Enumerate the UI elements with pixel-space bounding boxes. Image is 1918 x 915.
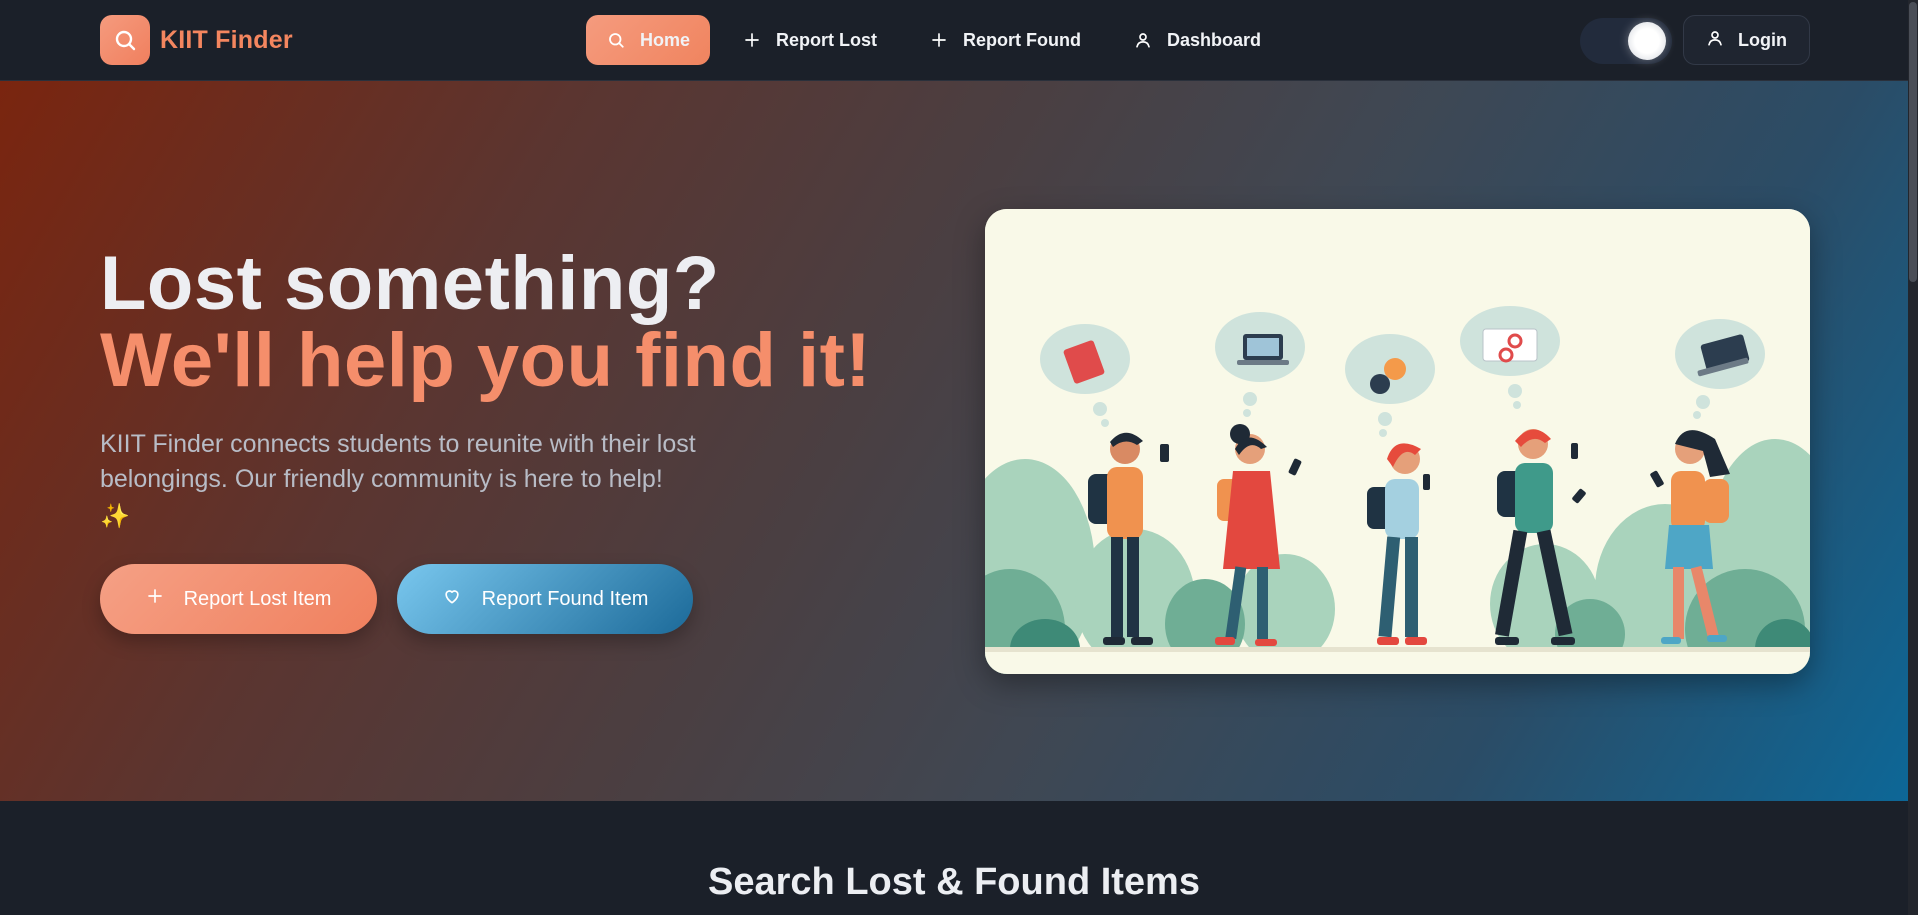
hero-title-line1: Lost something? (100, 241, 720, 326)
nav-home[interactable]: Home (586, 15, 711, 65)
report-found-item-button[interactable]: Report Found Item (397, 564, 693, 634)
nav-report-lost-label: Report Lost (776, 29, 878, 50)
plus-icon (146, 587, 164, 611)
search-icon (606, 30, 626, 50)
nav-dashboard[interactable]: Dashboard (1113, 15, 1281, 65)
hero-title-line2: We'll help you find it! (100, 318, 872, 403)
nav-report-lost[interactable]: Report Lost (722, 15, 897, 65)
heart-icon (442, 586, 462, 612)
plus-icon (929, 30, 949, 50)
search-section-title: Search Lost & Found Items (708, 861, 1200, 903)
login-button[interactable]: Login (1683, 15, 1810, 65)
hero-description-text: KIIT Finder connects students to reunite… (100, 430, 696, 493)
search-section: Search Lost & Found Items (0, 801, 1908, 915)
user-icon (1133, 30, 1153, 50)
report-lost-item-label: Report Lost Item (183, 587, 332, 610)
brand-logo[interactable]: KIIT Finder (100, 15, 293, 65)
search-icon (100, 15, 150, 65)
theme-toggle-knob (1628, 22, 1666, 60)
nav-dashboard-label: Dashboard (1167, 29, 1262, 50)
theme-toggle[interactable] (1580, 18, 1672, 64)
hero-illustration (985, 209, 1810, 674)
nav-report-found-label: Report Found (963, 29, 1081, 50)
navbar: KIIT Finder Home Report Lost Report Foun… (0, 0, 1908, 81)
hero-section: Lost something? We'll help you find it! … (0, 81, 1908, 801)
login-label: Login (1738, 29, 1787, 50)
nav-links: Home Report Lost Report Found Dashboard (586, 15, 1281, 65)
nav-home-label: Home (640, 29, 691, 50)
user-icon (1706, 29, 1724, 52)
page-scrollbar[interactable] (1908, 0, 1918, 915)
sparkle-icon: ✨ (100, 503, 130, 530)
hero-description: KIIT Finder connects students to reunite… (100, 427, 780, 534)
brand-name: KIIT Finder (160, 25, 293, 54)
plus-icon (742, 30, 762, 50)
report-found-item-label: Report Found Item (481, 587, 649, 610)
nav-report-found[interactable]: Report Found (909, 15, 1101, 65)
report-lost-item-button[interactable]: Report Lost Item (100, 564, 377, 634)
scrollbar-thumb[interactable] (1909, 2, 1917, 282)
